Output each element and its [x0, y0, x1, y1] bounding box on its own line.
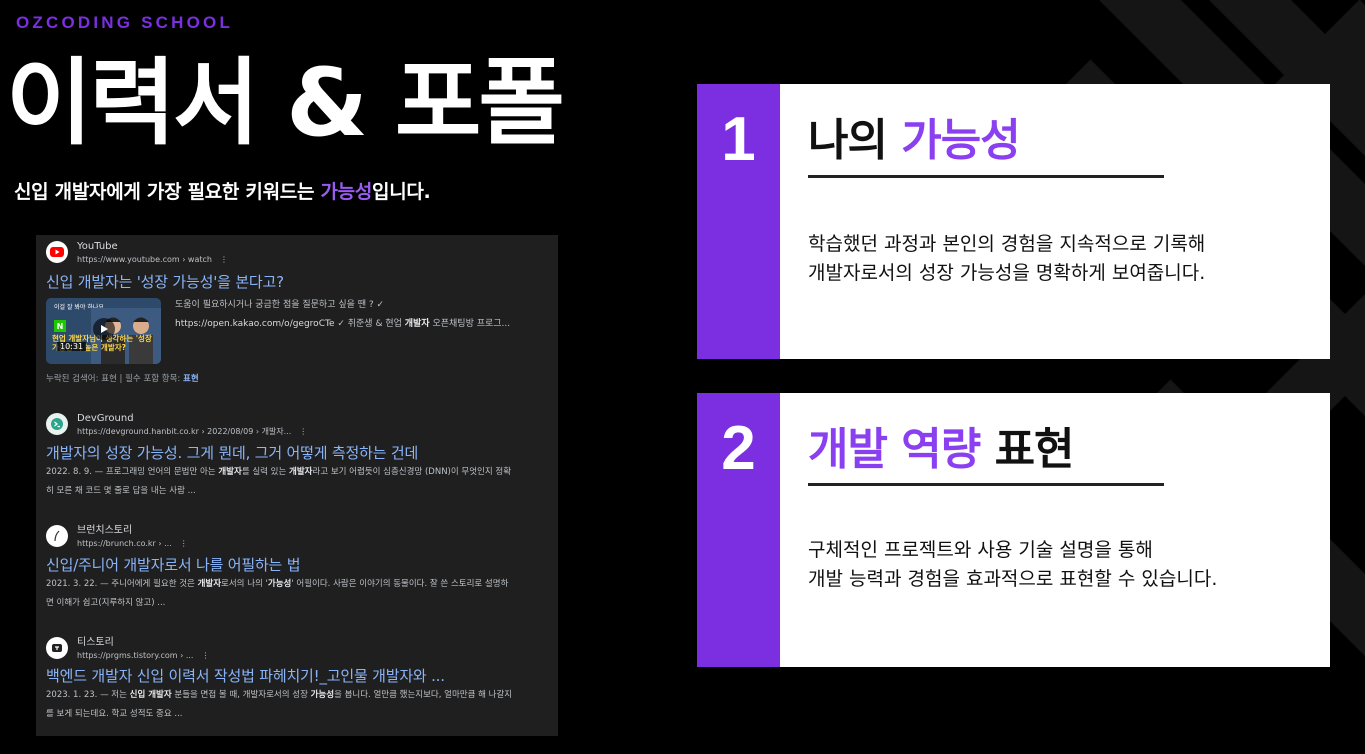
- card-divider: [808, 483, 1164, 486]
- result-source: 티스토리 https://prgms.tistory.com › ... ⋮: [46, 637, 209, 663]
- card-body: 구체적인 프로젝트와 사용 기술 설명을 통해 개발 능력과 경험을 효과적으로…: [808, 539, 1218, 590]
- video-thumbnail[interactable]: 이걸 잘 봐야 하나요... N 현업 개발자님이 생각하는 '성장 가능성'이…: [46, 298, 161, 364]
- naver-logo-icon: N: [54, 320, 66, 332]
- page-title: 이력서 & 포폴: [6, 49, 565, 158]
- more-options-icon[interactable]: ⋮: [180, 539, 188, 548]
- missing-terms: 누락된 검색어: 표현 | 필수 포함 항목: 표현: [46, 374, 199, 384]
- result-source: 브런치스토리 https://brunch.co.kr › ... ⋮: [46, 525, 188, 551]
- source-url: https://prgms.tistory.com › ... ⋮: [77, 651, 210, 660]
- search-results-panel: YouTube https://www.youtube.com › watch ⋮…: [36, 235, 558, 736]
- result-title-link[interactable]: 신입 개발자는 '성장 가능성'을 본다고?: [46, 271, 284, 292]
- card-title: 개발 역량 표현: [808, 424, 1075, 475]
- kakao-link[interactable]: https://open.kakao.com/o/gegroCTe: [175, 319, 334, 329]
- brunch-icon: [46, 525, 68, 547]
- source-name: YouTube: [77, 241, 118, 252]
- more-options-icon[interactable]: ⋮: [201, 651, 209, 660]
- card-number: 1: [721, 105, 756, 174]
- result-title-link[interactable]: 개발자의 성장 가능성. 그게 뭔데, 그거 어떻게 측정하는 건데: [46, 442, 418, 463]
- result-title-link[interactable]: 백엔드 개발자 신입 이력서 작성법 파헤치기!_고인물 개발자와 ...: [46, 665, 445, 686]
- brand-name: OZCODING SCHOOL: [16, 13, 234, 32]
- card-title: 나의 가능성: [808, 115, 1021, 166]
- play-icon[interactable]: [93, 318, 115, 340]
- subtitle-end: 입니다.: [372, 181, 431, 203]
- video-description: 도움이 필요하시거나 궁금한 점을 질문하고 싶을 땐 ? ✓ https://…: [175, 300, 511, 329]
- source-name: DevGround: [77, 413, 134, 424]
- result-title-link[interactable]: 신입/주니어 개발자로서 나를 어필하는 법: [46, 554, 301, 575]
- more-options-icon[interactable]: ⋮: [299, 427, 307, 436]
- youtube-icon: [46, 241, 68, 263]
- result-snippet: 2023. 1. 23. — 저는 신입 개발자 분들을 면접 볼 때, 개발자…: [46, 690, 513, 719]
- result-source: YouTube https://www.youtube.com › watch ⋮: [46, 241, 228, 267]
- missing-term-link[interactable]: 표현: [183, 374, 199, 384]
- info-card-1: 1 나의 가능성 학습했던 과정과 본인의 경험을 지속적으로 기록해 개발자로…: [697, 84, 1330, 359]
- source-url: https://www.youtube.com › watch ⋮: [77, 255, 228, 264]
- card-number: 2: [721, 414, 756, 483]
- source-url: https://devground.hanbit.co.kr › 2022/08…: [77, 427, 308, 436]
- source-name: 티스토리: [77, 637, 114, 648]
- tistory-icon: [46, 637, 68, 659]
- devground-icon: [46, 413, 68, 435]
- source-url: https://brunch.co.kr › ... ⋮: [77, 539, 188, 548]
- card-body: 학습했던 과정과 본인의 경험을 지속적으로 기록해 개발자로서의 성장 가능성…: [808, 233, 1206, 284]
- subtitle-text: 신입 개발자에게 가장 필요한 키워드는: [14, 181, 321, 203]
- result-snippet: 2021. 3. 22. — 주니어에게 필요한 것은 개발자로서의 나의 '가…: [46, 579, 509, 608]
- card-divider: [808, 175, 1164, 178]
- video-duration: 10:31: [57, 342, 87, 351]
- more-options-icon[interactable]: ⋮: [220, 255, 228, 264]
- page-subtitle: 신입 개발자에게 가장 필요한 키워드는 가능성입니다.: [14, 177, 431, 204]
- source-name: 브런치스토리: [77, 525, 133, 536]
- info-card-2: 2 개발 역량 표현 구체적인 프로젝트와 사용 기술 설명을 통해 개발 능력…: [697, 393, 1330, 667]
- result-source: DevGround https://devground.hanbit.co.kr…: [46, 413, 307, 439]
- subtitle-accent: 가능성: [320, 181, 373, 203]
- result-snippet: 2022. 8. 9. — 프로그래밍 언어의 문법만 아는 개발자를 실력 있…: [46, 467, 512, 496]
